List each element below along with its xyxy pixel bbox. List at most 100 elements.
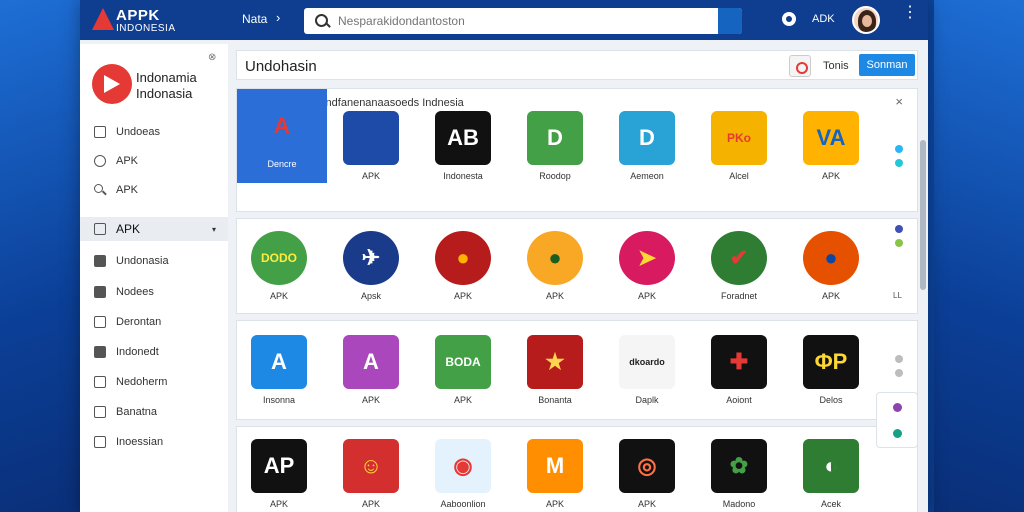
app-icon: ✔: [711, 231, 767, 285]
app-icon: ●: [435, 231, 491, 285]
sidebar-item-apk-1[interactable]: APK: [80, 149, 228, 173]
app-tile[interactable]: A Dencre: [237, 89, 327, 183]
app-icon: AP: [251, 439, 307, 493]
list-icon: [94, 406, 106, 418]
sidebar-item-derontan[interactable]: Derontan: [80, 310, 228, 334]
app-name: APK: [545, 291, 564, 301]
app-tile[interactable]: ◎ APK: [607, 439, 687, 509]
card-icon: [94, 286, 106, 298]
record-button[interactable]: [789, 55, 811, 77]
notification-icon[interactable]: [782, 12, 796, 26]
app-tile[interactable]: ΦP Delos: [791, 335, 871, 405]
sidebar-item-label: Undoeas: [116, 126, 161, 138]
sidebar-item-undoeas[interactable]: Undoeas: [80, 120, 228, 144]
logo-subtext: INDONESIA: [116, 23, 176, 34]
app-icon: ΦP: [803, 335, 859, 389]
app-tile[interactable]: dkoardo Daplk: [607, 335, 687, 405]
app-tile[interactable]: ★ Bonanta: [515, 335, 595, 405]
app-tile[interactable]: ◉ Aaboonlion: [423, 439, 503, 509]
app-tile[interactable]: A Insonna: [239, 335, 319, 405]
app-tile[interactable]: ● APK: [423, 231, 503, 301]
sidebar-item-banatna[interactable]: Banatna: [80, 400, 228, 424]
app-tile[interactable]: VA APK: [791, 111, 871, 181]
app-panel-3: A Insonna A APK BODA APK ★ Bonanta dkoardo Daplk ✚…: [236, 320, 918, 420]
sidebar-item-undonasia[interactable]: Undonasia: [80, 249, 228, 273]
app-name: Foradnet: [720, 291, 758, 301]
brand-logo-icon: [92, 64, 132, 104]
app-logo[interactable]: APPK INDONESIA: [92, 6, 182, 36]
row-side-indicators: [895, 355, 905, 383]
folder-icon: [94, 126, 106, 138]
app-name: Apsk: [360, 291, 381, 301]
app-icon: ★: [527, 335, 583, 389]
app-tile[interactable]: A APK: [331, 335, 411, 405]
app-tile[interactable]: BODA APK: [423, 335, 503, 405]
app-tile[interactable]: D Aemeon: [607, 111, 687, 181]
more-menu-icon[interactable]: ⋮: [902, 5, 918, 21]
app-name: APK: [361, 395, 380, 405]
app-tile[interactable]: ● APK: [515, 231, 595, 301]
app-tile[interactable]: ◐ Acek: [791, 439, 871, 509]
app-icon: A: [254, 99, 310, 153]
tag-icon: [94, 316, 106, 328]
sidebar-item-label: Nodees: [116, 286, 154, 298]
sidebar-item-nodees[interactable]: Nodees: [80, 280, 228, 304]
app-tile[interactable]: DODO APK: [239, 231, 319, 301]
sidebar-item-label: APK: [116, 184, 139, 196]
row-side-indicators: [895, 225, 905, 253]
sidebar-item-inoessian[interactable]: Inoessian: [80, 430, 228, 454]
circle-icon: [94, 155, 106, 167]
app-name: Delos: [819, 395, 843, 405]
search-icon: [94, 184, 106, 196]
app-tile[interactable]: ● APK: [791, 231, 871, 301]
indicator-dot: [895, 369, 903, 377]
app-tile[interactable]: M APK: [515, 439, 595, 509]
sidebar-item-indonedt[interactable]: Indonedt: [80, 340, 228, 364]
sidebar-item-apk-active[interactable]: APK ▾: [80, 217, 228, 241]
top-label[interactable]: ADK: [812, 13, 835, 25]
app-name: APK: [821, 291, 840, 301]
app-tile[interactable]: AB Indonesta: [423, 111, 503, 181]
indicator-dot: [895, 239, 903, 247]
app-name: APK: [545, 499, 564, 509]
action-dot-icon[interactable]: [893, 429, 902, 438]
app-tile[interactable]: ✈ Apsk: [331, 231, 411, 301]
background-right: [934, 0, 1024, 512]
search-button[interactable]: [718, 8, 742, 34]
app-tile[interactable]: ✚ Aoiont: [699, 335, 779, 405]
app-panel-4: AP APK ☺ APK ◉ Aaboonlion M APK ◎ APK ✿ Madono ◐ Acek: [236, 426, 918, 512]
avatar[interactable]: [852, 6, 880, 34]
primary-button[interactable]: Sonman: [859, 54, 915, 76]
sidebar-item-nedoherm[interactable]: Nedoherm: [80, 370, 228, 394]
nav-link[interactable]: Nata: [242, 12, 267, 26]
sidebar-item-label: APK: [116, 155, 139, 167]
close-icon[interactable]: ⊗: [208, 52, 216, 63]
folder-icon: [94, 223, 106, 235]
search-input[interactable]: [338, 14, 718, 28]
app-tile[interactable]: ✿ Madono: [699, 439, 779, 509]
chevron-right-icon[interactable]: ›: [276, 10, 280, 25]
scrollbar[interactable]: [920, 140, 926, 290]
app-tile[interactable]: AP APK: [239, 439, 319, 509]
app-icon: dkoardo: [619, 335, 675, 389]
app-icon: D: [527, 111, 583, 165]
action-dot-icon[interactable]: [893, 403, 902, 412]
close-icon[interactable]: ×: [895, 94, 903, 109]
app-tile[interactable]: ✔ Foradnet: [699, 231, 779, 301]
app-tile[interactable]: PKo Alcel: [699, 111, 779, 181]
search-bar: [304, 8, 742, 34]
app-tile[interactable]: APK: [331, 111, 411, 181]
text-button[interactable]: Tonis: [823, 60, 849, 72]
app-name: APK: [637, 291, 656, 301]
row-side-indicators: [895, 145, 905, 173]
app-tile[interactable]: D Roodop: [515, 111, 595, 181]
app-icon: [343, 111, 399, 165]
app-tile[interactable]: ➤ APK: [607, 231, 687, 301]
app-name: Insonna: [262, 395, 296, 405]
trash-icon: [94, 346, 106, 358]
app-tile[interactable]: ☺ APK: [331, 439, 411, 509]
sidebar-item-apk-2[interactable]: APK: [80, 178, 228, 202]
app-icon: ✈: [343, 231, 399, 285]
indicator-dot: [895, 355, 903, 363]
app-name: APK: [453, 291, 472, 301]
